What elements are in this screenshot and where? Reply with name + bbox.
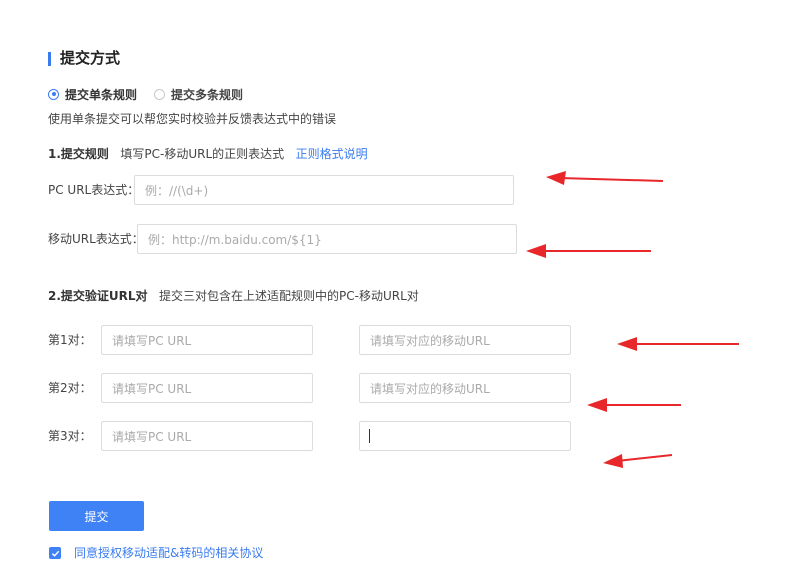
pair-2-mobile-placeholder: 请填写对应的移动URL [370,381,490,396]
pair-2-label: 第2对： [48,381,92,395]
regex-format-link[interactable]: 正则格式说明 [296,147,368,161]
red-arrow-icon [546,171,664,185]
title-accent-bar [48,52,51,66]
pair-1-mobile-input[interactable]: 请填写对应的移动URL [359,325,571,355]
submit-button[interactable]: 提交 [49,501,144,531]
red-arrow-icon [603,454,673,468]
check-icon [51,550,59,557]
verify-hint: 提交三对包含在上述适配规则中的PC-移动URL对 [159,289,419,303]
pair-3-pc-placeholder: 请填写PC URL [112,429,192,444]
radio-single-rule[interactable]: 提交单条规则 [48,86,137,102]
radio-selected-icon [48,88,59,100]
pair-1-pc-placeholder: 请填写PC URL [112,333,192,348]
pair-1-pc-input[interactable]: 请填写PC URL [101,325,313,355]
mobile-url-expression-input[interactable]: 例：http://m.baidu.com/${1} [137,224,517,254]
pair-3-label: 第3对： [48,429,92,443]
pc-url-placeholder: 例：//(\d+) [145,183,209,198]
pair-3-pc-input[interactable]: 请填写PC URL [101,421,313,451]
verify-section-heading: 2.提交验证URL对 提交三对包含在上述适配规则中的PC-移动URL对 [48,287,419,305]
rule-heading: 1.提交规则 [48,147,109,161]
radio-unselected-icon [154,88,165,100]
red-arrow-icon [526,244,651,258]
rule-section-heading: 1.提交规则 填写PC-移动URL的正则表达式 正则格式说明 [48,145,368,163]
page-title: 提交方式 [60,49,121,67]
agreement-checkbox[interactable] [49,547,61,559]
text-cursor [369,429,370,443]
verify-heading: 2.提交验证URL对 [48,289,148,303]
red-arrow-icon [617,337,739,351]
radio-multi-rule[interactable]: 提交多条规则 [154,86,243,102]
red-arrow-icon [587,398,681,412]
mobile-url-placeholder: 例：http://m.baidu.com/${1} [148,232,322,247]
mobile-url-label: 移动URL表达式： [48,232,144,246]
mode-description: 使用单条提交可以帮您实时校验并反馈表达式中的错误 [48,112,337,126]
rule-hint: 填写PC-移动URL的正则表达式 [120,147,285,161]
radio-single-label: 提交单条规则 [65,87,138,102]
pair-2-pc-placeholder: 请填写PC URL [112,381,192,396]
pair-3-mobile-input[interactable] [359,421,571,451]
pc-url-label: PC URL表达式： [48,183,140,197]
pair-2-pc-input[interactable]: 请填写PC URL [101,373,313,403]
pair-2-mobile-input[interactable]: 请填写对应的移动URL [359,373,571,403]
agreement-link[interactable]: 同意授权移动适配&转码的相关协议 [74,544,263,562]
pc-url-expression-input[interactable]: 例：//(\d+) [134,175,514,205]
pair-1-mobile-placeholder: 请填写对应的移动URL [370,333,490,348]
pair-1-label: 第1对： [48,333,92,347]
radio-multi-label: 提交多条规则 [171,87,244,102]
